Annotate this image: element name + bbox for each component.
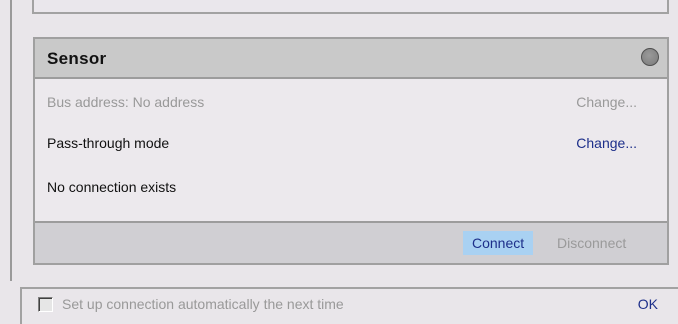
auto-connect-label: Set up connection automatically the next… <box>62 296 344 312</box>
disconnect-button: Disconnect <box>557 235 627 251</box>
status-indicator-icon <box>641 48 659 66</box>
connect-button[interactable]: Connect <box>463 231 534 255</box>
mode-change-link[interactable]: Change... <box>576 135 637 151</box>
mode-label: Pass-through mode <box>47 135 170 151</box>
sensor-header: Sensor <box>35 39 667 79</box>
previous-panel <box>32 0 669 14</box>
sensor-title: Sensor <box>47 49 107 68</box>
sensor-panel: Sensor Bus address: No address Change...… <box>33 37 669 265</box>
connection-status: No connection exists <box>47 179 177 195</box>
bus-address-change-link: Change... <box>576 94 637 110</box>
auto-connect-checkbox[interactable] <box>38 297 53 312</box>
bus-address-label: Bus address: No address <box>47 94 205 110</box>
sensor-footer: Connect Disconnect <box>35 221 667 263</box>
bottom-bar: Set up connection automatically the next… <box>20 287 678 324</box>
ok-button[interactable]: OK <box>638 296 658 312</box>
